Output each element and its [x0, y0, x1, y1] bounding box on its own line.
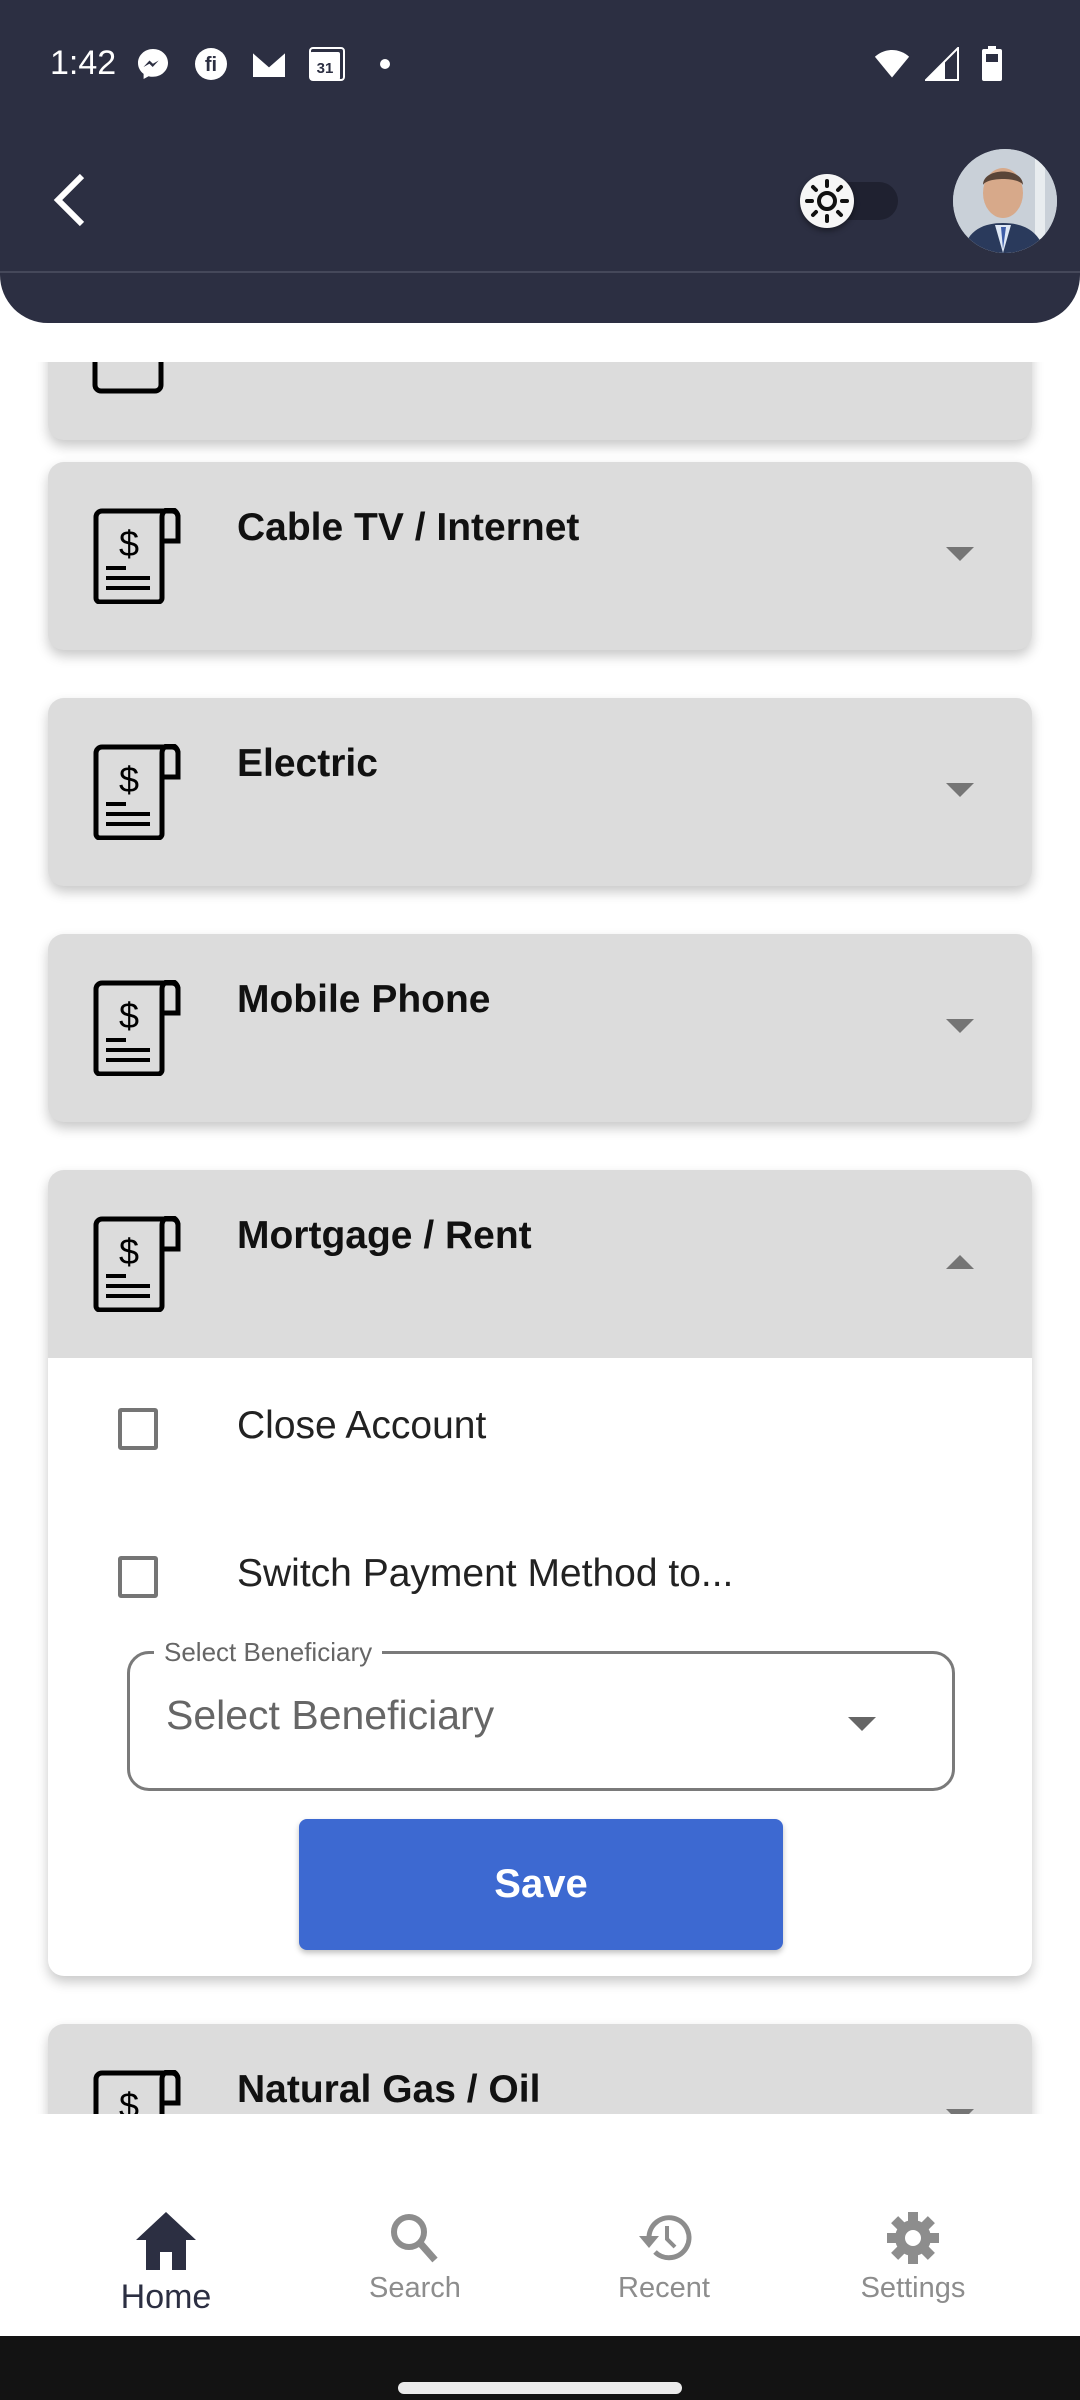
- nav-recent-label: Recent: [618, 2272, 710, 2304]
- svg-text:$: $: [119, 759, 139, 800]
- bill-icon: $: [93, 1216, 181, 1312]
- sun-icon: [800, 174, 854, 228]
- card-header[interactable]: $ Natural Gas / Oil: [48, 2024, 1032, 2114]
- back-button[interactable]: [40, 160, 100, 240]
- chevron-left-icon: [53, 173, 85, 227]
- svg-text:$: $: [119, 523, 139, 564]
- card-title: Cable TV / Internet: [237, 506, 580, 549]
- bill-icon: [92, 362, 164, 394]
- switch-payment-label: Switch Payment Method to...: [237, 1552, 734, 1595]
- card-header[interactable]: $ Mortgage / Rent: [48, 1170, 1032, 1358]
- svg-text:$: $: [119, 995, 139, 1036]
- close-account-checkbox[interactable]: [118, 1408, 158, 1450]
- home-gesture-handle[interactable]: [398, 2382, 682, 2394]
- wifi-icon: [874, 46, 910, 82]
- gmail-icon: [251, 46, 287, 82]
- bottom-navigation: Home Search Recent Settings: [0, 2114, 1080, 2336]
- bill-category-card-electric[interactable]: $ Electric: [48, 698, 1032, 886]
- bill-category-card-mobile[interactable]: $ Mobile Phone: [48, 934, 1032, 1122]
- status-bar: 1:42 fi 31: [0, 0, 1080, 130]
- bill-icon: $: [93, 980, 181, 1076]
- system-navigation-bar: [0, 2336, 1080, 2400]
- avatar[interactable]: [953, 149, 1057, 253]
- card-header[interactable]: $ Electric: [48, 698, 1032, 886]
- history-icon: [639, 2215, 692, 2261]
- chevron-down-icon[interactable]: [946, 547, 974, 561]
- nav-settings[interactable]: Settings: [813, 2210, 1013, 2305]
- calendar-icon: 31: [309, 46, 345, 82]
- nav-home[interactable]: Home: [66, 2210, 266, 2317]
- bill-category-card-gas[interactable]: $ Natural Gas / Oil: [48, 2024, 1032, 2114]
- svg-text:fi: fi: [205, 54, 217, 76]
- gear-icon: [887, 2212, 939, 2264]
- header-divider: [0, 271, 1080, 273]
- system-status-icons: [874, 46, 1010, 82]
- svg-text:$: $: [119, 1231, 139, 1272]
- card-title: Mortgage / Rent: [237, 1214, 532, 1257]
- nav-home-label: Home: [120, 2278, 212, 2316]
- svg-text:$: $: [119, 2085, 139, 2114]
- beneficiary-select-value: Select Beneficiary: [166, 1692, 495, 1738]
- card-header[interactable]: $ Cable TV / Internet: [48, 462, 1032, 650]
- nav-search[interactable]: Search: [315, 2210, 515, 2305]
- nav-recent[interactable]: Recent: [564, 2210, 764, 2305]
- card-title: Mobile Phone: [237, 978, 491, 1021]
- chevron-down-icon[interactable]: [946, 783, 974, 797]
- home-icon: [136, 2212, 196, 2270]
- bill-icon: $: [93, 2070, 181, 2114]
- nav-search-label: Search: [369, 2272, 461, 2304]
- svg-text:31: 31: [317, 60, 334, 77]
- beneficiary-select-label: Select Beneficiary: [154, 1637, 383, 1668]
- notification-icons: fi 31: [135, 46, 403, 82]
- fi-app-icon: fi: [193, 46, 229, 82]
- theme-toggle[interactable]: [800, 174, 900, 228]
- bill-category-card[interactable]: [48, 362, 1032, 440]
- beneficiary-select[interactable]: Select Beneficiary Select Beneficiary: [127, 1637, 955, 1791]
- signal-icon: [924, 46, 960, 82]
- card-title: Electric: [237, 742, 378, 785]
- chevron-down-icon[interactable]: [946, 1019, 974, 1033]
- card-title: Natural Gas / Oil: [237, 2068, 541, 2111]
- card-header[interactable]: $ Mobile Phone: [48, 934, 1032, 1122]
- notification-dot-icon: [367, 46, 403, 82]
- battery-icon: [974, 46, 1010, 82]
- bill-icon: $: [93, 744, 181, 840]
- nav-settings-label: Settings: [860, 2272, 966, 2304]
- switch-payment-checkbox[interactable]: [118, 1556, 158, 1598]
- card-header[interactable]: [48, 362, 1032, 440]
- close-account-label: Close Account: [237, 1404, 487, 1447]
- close-account-option[interactable]: Close Account: [118, 1404, 486, 1450]
- messenger-icon: [135, 46, 171, 82]
- bill-category-card-cable[interactable]: $ Cable TV / Internet: [48, 462, 1032, 650]
- status-time: 1:42: [50, 44, 117, 82]
- bill-icon: $: [93, 508, 181, 604]
- chevron-down-icon: [848, 1717, 876, 1731]
- search-icon: [391, 2214, 438, 2263]
- switch-payment-option[interactable]: Switch Payment Method to...: [118, 1552, 733, 1598]
- chevron-up-icon[interactable]: [946, 1255, 974, 1269]
- app-header: 1:42 fi 31: [0, 0, 1080, 323]
- save-button[interactable]: Save: [299, 1819, 783, 1950]
